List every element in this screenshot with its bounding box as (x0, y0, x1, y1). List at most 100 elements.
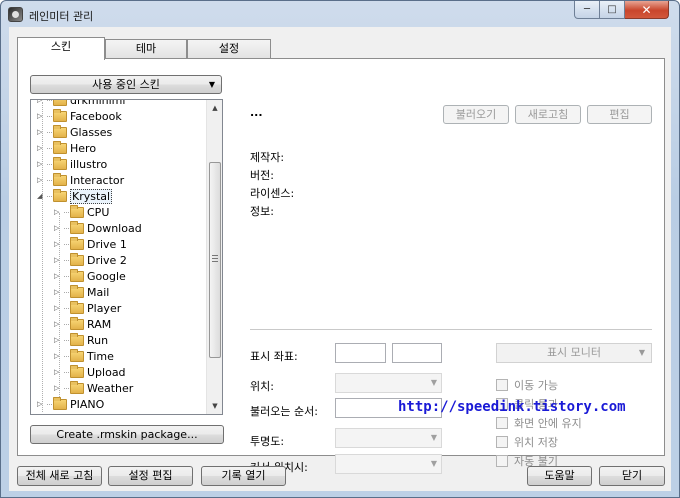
tree-connector (47, 147, 52, 149)
expand-arrow-icon[interactable]: ▷ (54, 272, 62, 280)
minimize-icon: ─ (583, 3, 591, 15)
tree-item[interactable]: ◢ Krystal (37, 188, 113, 204)
save-position-checkbox[interactable]: 위치 저장 (496, 434, 558, 450)
tree-item[interactable]: ▷ Interactor (37, 172, 124, 188)
expand-arrow-icon[interactable]: ▷ (37, 128, 45, 136)
caption-buttons: ─ □ ✕ (574, 1, 669, 19)
position-dropdown[interactable]: ▼ (335, 373, 442, 393)
tree-item[interactable]: ▷ Download (54, 220, 142, 236)
tree-item[interactable]: ▷ Hero (37, 140, 96, 156)
tab-themes[interactable]: 테마 (105, 39, 187, 59)
folder-icon (53, 156, 67, 170)
maximize-button[interactable]: □ (600, 1, 625, 19)
main-window: 레인미터 관리 ─ □ ✕ 스킨 테마 설정 사용 중인 스킨 ▼ ▷ drkmi… (0, 0, 680, 498)
expand-arrow-icon[interactable]: ▷ (37, 144, 45, 152)
draggable-checkbox[interactable]: 이동 가능 (496, 377, 558, 393)
expand-arrow-icon[interactable]: ▷ (37, 160, 45, 168)
author-label: 제작자: (250, 151, 285, 164)
info-label: 정보: (250, 205, 274, 218)
tree-item[interactable]: ▷ Facebook (37, 108, 122, 124)
expand-arrow-icon[interactable]: ▷ (54, 208, 62, 216)
folder-icon (70, 252, 84, 266)
on-hover-dropdown[interactable]: ▼ (335, 454, 442, 474)
scroll-down-icon[interactable]: ▼ (207, 398, 222, 414)
create-rmskin-package-button[interactable]: Create .rmskin package... (30, 425, 224, 444)
expand-arrow-icon[interactable]: ▷ (54, 304, 62, 312)
refresh-all-button[interactable]: 전체 새로 고침 (17, 466, 102, 486)
expand-arrow-icon[interactable]: ▷ (37, 400, 45, 408)
expand-arrow-icon[interactable]: ▷ (54, 288, 62, 296)
folder-icon (70, 268, 84, 282)
keep-on-screen-label: 화면 안에 유지 (514, 417, 582, 430)
tree-scrollbar[interactable]: ▲ ▼ (206, 100, 222, 414)
expand-arrow-icon[interactable]: ▷ (54, 336, 62, 344)
display-monitor-dropdown[interactable]: 표시 모니터 ▼ (496, 343, 652, 363)
active-skins-dropdown[interactable]: 사용 중인 스킨 ▼ (30, 75, 222, 94)
expand-arrow-icon[interactable]: ▷ (54, 368, 62, 376)
tree-item[interactable]: ▷ drkminiml (37, 99, 126, 108)
tree-item[interactable]: ▷ illustro (37, 156, 107, 172)
tree-item[interactable]: ▷ Drive 1 (54, 236, 127, 252)
tree-item[interactable]: ▷ Google (54, 268, 126, 284)
tree-item[interactable]: ▷ Upload (54, 364, 126, 380)
refresh-button[interactable]: 새로고침 (515, 105, 581, 124)
rainmeter-app-icon (8, 7, 23, 22)
tree-item-label: Drive 2 (87, 253, 127, 267)
tree-item[interactable]: ▷ RAM (54, 316, 111, 332)
expand-arrow-icon[interactable]: ▷ (37, 100, 45, 104)
tree-item[interactable]: ▷ PIANO (37, 396, 104, 412)
tree-connector (64, 227, 69, 229)
tree-item[interactable]: ▷ CPU (54, 204, 109, 220)
folder-icon (70, 204, 84, 218)
tree-connector (64, 243, 69, 245)
load-order-label: 불러오는 순서: (250, 405, 318, 418)
open-log-button[interactable]: 기록 열기 (201, 466, 286, 486)
tree-item[interactable]: ▷ Glasses (37, 124, 112, 140)
folder-icon (70, 284, 84, 298)
tree-item-label: Time (87, 349, 114, 363)
tree-item[interactable]: ▷ Weather (54, 380, 133, 396)
tree-connector (47, 163, 52, 165)
expand-arrow-icon[interactable]: ▷ (54, 224, 62, 232)
coord-y-input[interactable] (392, 343, 442, 363)
folder-icon (53, 140, 67, 154)
tree-item[interactable]: ▷ Player (54, 300, 121, 316)
scroll-up-icon[interactable]: ▲ (207, 100, 222, 116)
tree-item-label: drkminiml (70, 99, 126, 107)
tab-settings[interactable]: 설정 (187, 39, 271, 59)
close-window-button[interactable]: ✕ (625, 1, 669, 19)
keep-on-screen-checkbox[interactable]: 화면 안에 유지 (496, 415, 582, 431)
collapse-arrow-icon[interactable]: ◢ (37, 192, 45, 200)
tree-item[interactable]: ▷ Run (54, 332, 108, 348)
folder-icon (53, 396, 67, 410)
selected-skin-name: ... (250, 106, 263, 119)
display-monitor-label: 표시 모니터 (546, 346, 602, 359)
close-button[interactable]: 닫기 (599, 466, 665, 486)
tree-item-label: Upload (87, 365, 126, 379)
expand-arrow-icon[interactable]: ▷ (37, 176, 45, 184)
tree-item-label: Hero (70, 141, 97, 155)
tree-item[interactable]: ▷ Time (54, 348, 114, 364)
skin-tree[interactable]: ▷ drkminiml ▷ Facebook ▷ Glasses ▷ Hero ▷ illustr… (30, 99, 223, 415)
skins-tab-panel: 사용 중인 스킨 ▼ ▷ drkminiml ▷ Facebook ▷ Glasses ▷ H… (17, 58, 665, 474)
scroll-thumb[interactable] (209, 162, 221, 358)
expand-arrow-icon[interactable]: ▷ (54, 352, 62, 360)
tree-connector (64, 275, 69, 277)
expand-arrow-icon[interactable]: ▷ (54, 320, 62, 328)
load-button[interactable]: 불러오기 (443, 105, 509, 124)
expand-arrow-icon[interactable]: ▷ (54, 240, 62, 248)
tree-item-label: PIANO (70, 397, 105, 411)
help-button[interactable]: 도움말 (527, 466, 592, 486)
folder-icon (70, 300, 84, 314)
edit-button[interactable]: 편집 (587, 105, 652, 124)
expand-arrow-icon[interactable]: ▷ (54, 384, 62, 392)
tree-item[interactable]: ▷ Drive 2 (54, 252, 127, 268)
transparency-dropdown[interactable]: ▼ (335, 428, 442, 448)
edit-settings-button[interactable]: 설정 편집 (108, 466, 193, 486)
coord-x-input[interactable] (335, 343, 386, 363)
minimize-button[interactable]: ─ (574, 1, 600, 19)
expand-arrow-icon[interactable]: ▷ (37, 112, 45, 120)
tab-skins[interactable]: 스킨 (17, 37, 105, 60)
expand-arrow-icon[interactable]: ▷ (54, 256, 62, 264)
tree-item[interactable]: ▷ Mail (54, 284, 109, 300)
